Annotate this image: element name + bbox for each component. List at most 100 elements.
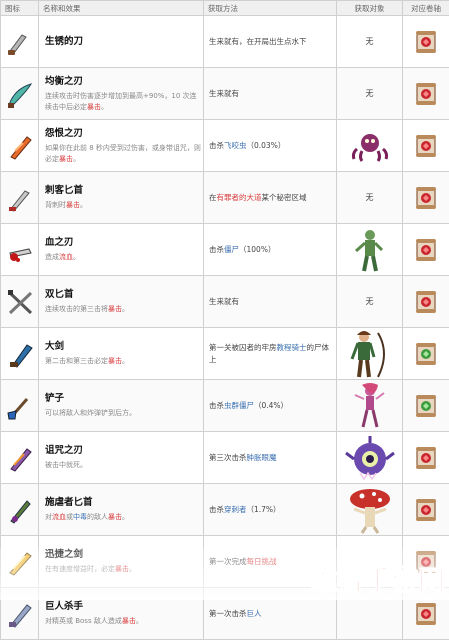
acquire-target-cell: 无	[337, 68, 403, 120]
assassin-dagger-icon	[5, 183, 35, 213]
method-text: （100%）	[239, 245, 275, 254]
target-text: 无	[366, 89, 374, 98]
weapon-name: 巨人杀手	[45, 600, 203, 613]
name-effect-cell: 巨人杀手对精英或 Boss 敌人造成暴击。	[39, 588, 204, 640]
method-text: 有罪者的大道	[217, 193, 262, 202]
name-effect-cell: 刺客匕首背刺时暴击。	[39, 172, 204, 224]
method-text: 僵尸	[224, 245, 239, 254]
enemy-portrait-icon	[340, 485, 400, 535]
acquire-method-cell: 生来就有	[204, 276, 337, 328]
acquire-method-cell: 生来就有，在开局出生点水下	[204, 16, 337, 68]
scroll-cell	[403, 172, 449, 224]
effect-text: 可以将敌人和炸弹铲到后方。	[45, 409, 136, 417]
name-effect-cell: 大剑第二击和第三击必定暴击。	[39, 328, 204, 380]
method-text: 击杀	[209, 401, 224, 410]
table-row: 怨恨之刃如果你在此前 8 秒内受到过伤害，或身带诅咒，则必定暴击。击杀飞咬虫（0…	[1, 120, 449, 172]
weapon-table: 图标 名称和效果 获取方法 获取对象 对应卷轴 生锈的刀生来就有，在开局出生点水…	[0, 0, 449, 640]
survival-scroll-icon	[415, 394, 437, 418]
table-row: 生锈的刀生来就有，在开局出生点水下无	[1, 16, 449, 68]
effect-text: 中毒	[73, 513, 87, 521]
effect-text: 被击中就死。	[45, 461, 87, 469]
spite-sword-icon	[5, 131, 35, 161]
table-row: 均衡之刃连续攻击时伤害逐步增加到最高+90%，10 次连续击中后必定暴击。生来就…	[1, 68, 449, 120]
weapon-icon-cell	[1, 380, 39, 432]
scroll-cell	[403, 328, 449, 380]
scroll-cell	[403, 432, 449, 484]
acquire-target-cell: 无	[337, 276, 403, 328]
brutality-scroll-icon	[415, 602, 437, 626]
header-scroll: 对应卷轴	[403, 1, 449, 16]
effect-text: 造成	[45, 253, 59, 261]
weapon-icon-cell	[1, 328, 39, 380]
acquire-method-cell: 第一关被囚者的牢房教程骑士的尸体上	[204, 328, 337, 380]
twin-daggers-icon	[5, 287, 35, 317]
weapon-name: 血之刃	[45, 236, 203, 249]
weapon-name: 生锈的刀	[45, 35, 203, 48]
method-text: 某个秘密区域	[262, 193, 307, 202]
weapon-icon-cell	[1, 484, 39, 536]
acquire-method-cell: 击杀虫群僵尸（0.4%）	[204, 380, 337, 432]
effect-text: 暴击	[87, 103, 101, 111]
acquire-method-cell: 在有罪者的大道某个秘密区域	[204, 172, 337, 224]
method-text: 生来就有	[209, 89, 239, 98]
weapon-effect: 可以将敌人和炸弹铲到后方。	[45, 408, 203, 419]
effect-text: 的敌人	[87, 513, 108, 521]
acquire-method-cell: 击杀僵尸（100%）	[204, 224, 337, 276]
rusty-knife-icon	[5, 27, 35, 57]
weapon-name: 刺客匕首	[45, 184, 203, 197]
effect-text: 暴击	[108, 513, 122, 521]
weapon-icon-cell	[1, 224, 39, 276]
weapon-effect: 造成流血。	[45, 252, 203, 263]
name-effect-cell: 血之刃造成流血。	[39, 224, 204, 276]
effect-text: 。	[122, 305, 129, 313]
table-header-row: 图标 名称和效果 获取方法 获取对象 对应卷轴	[1, 1, 449, 16]
enemy-portrait-icon	[340, 381, 400, 431]
effect-text: 对	[45, 513, 52, 521]
scroll-cell	[403, 224, 449, 276]
effect-text: 第二击和第三击必定	[45, 357, 108, 365]
effect-text: 。	[73, 155, 80, 163]
effect-text: 。	[136, 617, 143, 625]
weapon-effect: 在有速度增益时，必定暴击。	[45, 564, 203, 575]
brutality-scroll-icon	[415, 290, 437, 314]
effect-text: 暴击	[115, 565, 129, 573]
name-effect-cell: 诅咒之刃被击中就死。	[39, 432, 204, 484]
acquire-target-cell: 无	[337, 172, 403, 224]
effect-text: 。	[80, 201, 87, 209]
effect-text: 连续攻击的第三击将	[45, 305, 108, 313]
weapon-icon-cell	[1, 120, 39, 172]
effect-text: 暴击	[108, 357, 122, 365]
scroll-cell	[403, 68, 449, 120]
acquire-method-cell: 击杀穿刺者（1.7%）	[204, 484, 337, 536]
broadsword-icon	[5, 339, 35, 369]
watermark-logo: 维普手游网	[310, 559, 445, 598]
effect-text: 暴击	[122, 617, 136, 625]
weapon-effect: 被击中就死。	[45, 460, 203, 471]
name-effect-cell: 怨恨之刃如果你在此前 8 秒内受到过伤害，或身带诅咒，则必定暴击。	[39, 120, 204, 172]
method-text: （1.7%）	[247, 505, 281, 514]
method-text: （0.4%）	[254, 401, 288, 410]
acquire-target-cell	[337, 328, 403, 380]
weapon-name: 双匕首	[45, 288, 203, 301]
method-text: 击杀	[209, 141, 224, 150]
balanced-blade-icon	[5, 79, 35, 109]
enemy-portrait-icon	[340, 225, 400, 275]
weapon-name: 迅捷之剑	[45, 548, 203, 561]
table-row: 大剑第二击和第三击必定暴击。第一关被囚者的牢房教程骑士的尸体上	[1, 328, 449, 380]
enemy-portrait-icon	[340, 121, 400, 171]
name-effect-cell: 迅捷之剑在有速度增益时，必定暴击。	[39, 536, 204, 588]
method-text: 肿胀眼魔	[247, 453, 277, 462]
effect-text: 。	[122, 357, 129, 365]
survival-scroll-icon	[415, 342, 437, 366]
weapon-effect: 背刺时暴击。	[45, 200, 203, 211]
weapon-icon-cell	[1, 588, 39, 640]
table-row: 诅咒之刃被击中就死。第三次击杀肿胀眼魔	[1, 432, 449, 484]
effect-text: 暴击	[66, 201, 80, 209]
method-text: 击杀	[209, 245, 224, 254]
method-text: 第一次击杀	[209, 609, 247, 618]
weapon-effect: 对流血或中毒的敌人暴击。	[45, 512, 203, 523]
method-text: 生来就有，在开局出生点水下	[209, 37, 307, 46]
effect-text: 暴击	[59, 155, 73, 163]
giant-killer-icon	[5, 599, 35, 629]
scroll-cell	[403, 120, 449, 172]
